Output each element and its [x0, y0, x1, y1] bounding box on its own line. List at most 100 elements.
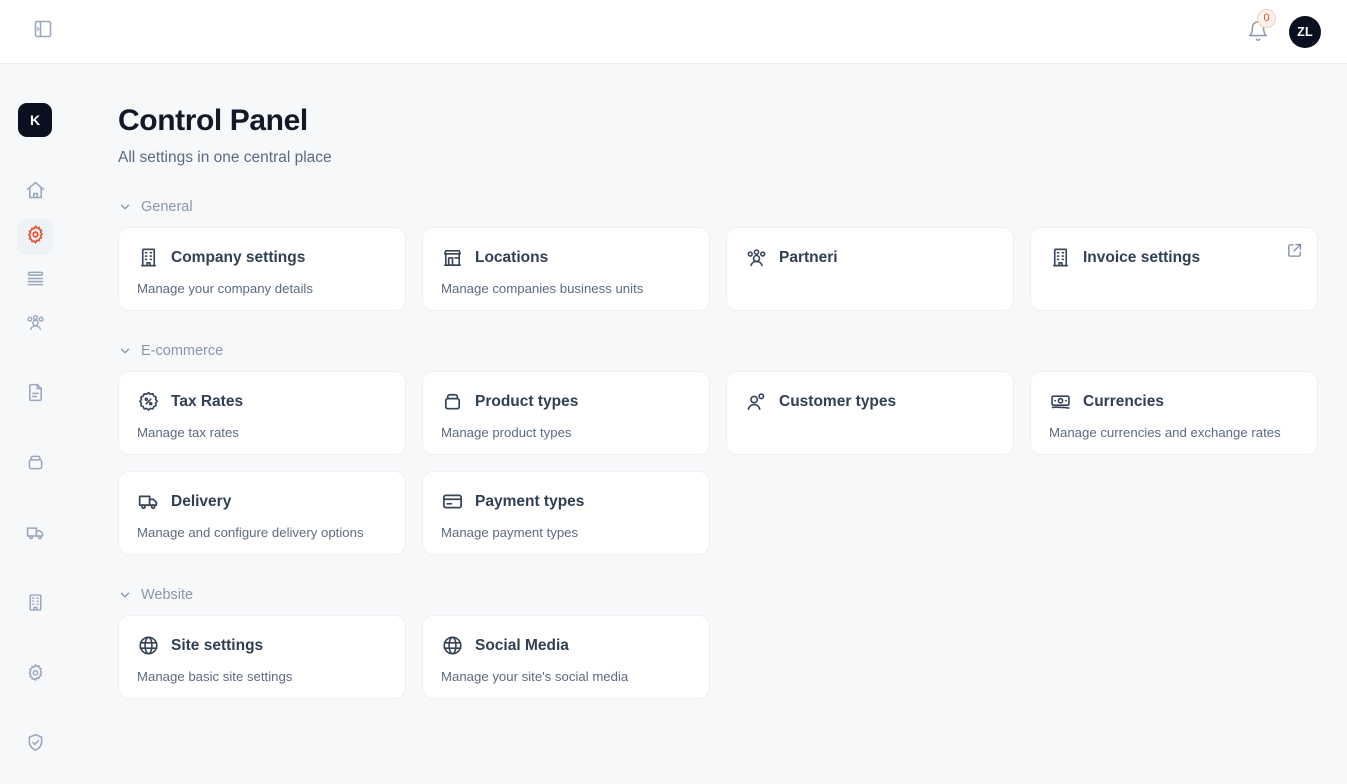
- box-icon: [441, 390, 464, 413]
- settings-card[interactable]: Customer types: [726, 371, 1014, 455]
- main-content: Control Panel All settings in one centra…: [70, 64, 1347, 784]
- section-website: Website Site settings Manage basic site s…: [118, 587, 1317, 699]
- settings-card[interactable]: Locations Manage companies business units: [422, 227, 710, 311]
- sidebar-toggle-button[interactable]: [27, 16, 59, 48]
- settings-card[interactable]: Tax RatesManage tax rates: [118, 371, 406, 455]
- card-title: Tax Rates: [171, 393, 243, 411]
- card-description: Manage currencies and exchange rates: [1049, 425, 1299, 440]
- sidebar-item-users[interactable]: [17, 307, 53, 343]
- card-header: Social Media: [441, 634, 691, 657]
- avatar[interactable]: ZL: [1289, 16, 1321, 48]
- sidebar-item-lists[interactable]: [17, 263, 53, 299]
- chevron-down-icon: [118, 200, 132, 214]
- settings-card[interactable]: DeliveryManage and configure delivery op…: [118, 471, 406, 555]
- sidebar-item-documents[interactable]: [17, 377, 53, 413]
- card-grid: Tax RatesManage tax rates Product types M…: [118, 371, 1317, 555]
- building-icon: [25, 592, 46, 618]
- sidebar-item-preferences[interactable]: [17, 657, 53, 693]
- card-header: Company settings: [137, 246, 387, 269]
- page-title: Control Panel: [118, 104, 1317, 138]
- card-header: Partneri: [745, 246, 995, 269]
- settings-card[interactable]: Company settings Manage your company deta…: [118, 227, 406, 311]
- card-header: Locations: [441, 246, 691, 269]
- sidebar-item-home[interactable]: [17, 175, 53, 211]
- section-header-ecommerce[interactable]: E-commerce: [118, 343, 1317, 359]
- sidebar-item-products[interactable]: [17, 447, 53, 483]
- users-icon: [25, 312, 46, 338]
- card-title: Site settings: [171, 637, 263, 655]
- card-header: Currencies: [1049, 390, 1299, 413]
- settings-card[interactable]: Partneri: [726, 227, 1014, 311]
- globe-icon: [441, 634, 464, 657]
- card-title: Company settings: [171, 249, 305, 267]
- building-icon: [137, 246, 160, 269]
- card-title: Customer types: [779, 393, 896, 411]
- card-header: Customer types: [745, 390, 995, 413]
- bell-icon: [1247, 29, 1269, 46]
- card-title: Social Media: [475, 637, 569, 655]
- settings-card[interactable]: Invoice settings: [1030, 227, 1318, 311]
- section-label: General: [141, 199, 193, 215]
- external-link-icon[interactable]: [1286, 242, 1303, 259]
- sidebar-item-delivery[interactable]: [17, 517, 53, 553]
- file-icon: [25, 382, 46, 408]
- top-bar-actions: 0 ZL: [1247, 16, 1321, 48]
- card-description: Manage your site's social media: [441, 669, 691, 684]
- card-header: Product types: [441, 390, 691, 413]
- gear-icon: [25, 662, 46, 688]
- section-general: General Company settings Manage your comp…: [118, 199, 1317, 311]
- card-title: Invoice settings: [1083, 249, 1200, 267]
- sidebar: K: [0, 64, 70, 784]
- sidebar-item-company[interactable]: [17, 587, 53, 623]
- card-grid: Site settingsManage basic site settings …: [118, 615, 1317, 699]
- card-header: Invoice settings: [1049, 246, 1299, 269]
- settings-card[interactable]: Payment typesManage payment types: [422, 471, 710, 555]
- settings-card[interactable]: Site settings Manage basic site settings: [118, 615, 406, 699]
- top-bar: 0 ZL: [0, 0, 1347, 64]
- card-title: Product types: [475, 393, 578, 411]
- home-icon: [25, 180, 46, 206]
- users-icon: [745, 390, 768, 413]
- card-description: Manage your company details: [137, 281, 387, 296]
- card-title: Partneri: [779, 249, 838, 267]
- sidebar-nav: [17, 175, 53, 771]
- page-subtitle: All settings in one central place: [118, 149, 1317, 167]
- card-description: Manage basic site settings: [137, 669, 387, 684]
- settings-card[interactable]: Product types Manage product types: [422, 371, 710, 455]
- card-header: Tax Rates: [137, 390, 387, 413]
- sidebar-item-settings[interactable]: [17, 219, 53, 255]
- sidebar-item-security[interactable]: [17, 727, 53, 763]
- card-description: Manage and configure delivery options: [137, 525, 387, 540]
- panel-left-icon: [33, 19, 53, 44]
- section-header-general[interactable]: General: [118, 199, 1317, 215]
- notification-badge: 0: [1257, 9, 1276, 28]
- card-grid: Company settings Manage your company deta…: [118, 227, 1317, 311]
- users-group-icon: [745, 246, 768, 269]
- shield-check-icon: [25, 732, 46, 758]
- chevron-down-icon: [118, 344, 132, 358]
- layers-icon: [25, 268, 46, 294]
- banknote-icon: [1049, 390, 1072, 413]
- card-description: Manage payment types: [441, 525, 691, 540]
- card-title: Locations: [475, 249, 548, 267]
- notifications-button[interactable]: 0: [1247, 20, 1271, 44]
- settings-card[interactable]: Social Media Manage your site's social me…: [422, 615, 710, 699]
- card-title: Currencies: [1083, 393, 1164, 411]
- globe-icon: [137, 634, 160, 657]
- box-icon: [25, 452, 46, 478]
- section-label: Website: [141, 587, 193, 603]
- card-description: Manage companies business units: [441, 281, 691, 296]
- section-ecommerce: E-commerce Tax RatesManage tax rates Pro…: [118, 343, 1317, 555]
- section-label: E-commerce: [141, 343, 223, 359]
- badge-percent-icon: [137, 390, 160, 413]
- section-header-website[interactable]: Website: [118, 587, 1317, 603]
- settings-card[interactable]: Currencies Manage currencies and exchange…: [1030, 371, 1318, 455]
- building-icon: [1049, 246, 1072, 269]
- card-description: Manage product types: [441, 425, 691, 440]
- settings-sections: General Company settings Manage your comp…: [118, 199, 1317, 699]
- truck-icon: [25, 522, 46, 548]
- store-icon: [441, 246, 464, 269]
- chevron-down-icon: [118, 588, 132, 602]
- truck-icon: [137, 490, 160, 513]
- app-logo[interactable]: K: [18, 103, 52, 137]
